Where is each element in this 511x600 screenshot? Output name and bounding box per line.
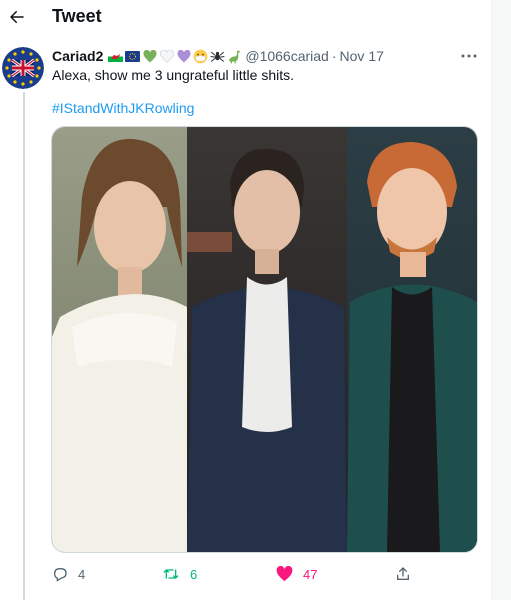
reply-button[interactable]: 4: [52, 563, 85, 585]
share-upload-icon: [397, 567, 409, 580]
tweet-date[interactable]: Nov 17: [340, 47, 384, 65]
welsh-flag-emoji-icon: [108, 49, 124, 64]
retweet-button[interactable]: 6: [162, 563, 197, 585]
spider-emoji-icon: [210, 49, 225, 64]
tweet-column: Tweet Cariad2 @1066cariad · Nov 17 Alexa…: [0, 0, 492, 600]
reply-bubble-icon: [54, 568, 67, 582]
back-button[interactable]: [6, 6, 28, 28]
arrow-left-icon: [10, 11, 24, 23]
separator-dot: ·: [331, 48, 337, 64]
retweet-icon: [163, 569, 179, 579]
eu-flag-emoji-icon: [125, 49, 141, 64]
dinosaur-emoji-icon: [227, 49, 242, 64]
tweet-text: Alexa, show me 3 ungrateful little shits…: [52, 67, 295, 83]
page-title: Tweet: [52, 6, 102, 26]
white-heart-emoji-icon: [159, 49, 174, 64]
like-button[interactable]: 47: [276, 563, 317, 585]
like-count: 47: [303, 566, 318, 582]
reply-count: 4: [78, 566, 86, 582]
more-options-button[interactable]: [458, 48, 480, 64]
user-handle[interactable]: @1066cariad: [245, 47, 329, 65]
display-name[interactable]: Cariad2: [52, 47, 103, 65]
tweet-header: Cariad2 @1066cariad · Nov 17: [52, 47, 384, 65]
heart-filled-icon: [276, 566, 293, 582]
tweet-actions-bar: 4 6 47: [52, 563, 422, 585]
purple-heart-emoji-icon: [176, 49, 191, 64]
thread-line: [23, 92, 25, 600]
retweet-count: 6: [190, 566, 198, 582]
green-heart-emoji-icon: [142, 49, 157, 64]
page-header: Tweet: [0, 0, 491, 34]
mask-face-emoji-icon: [193, 49, 208, 64]
avatar[interactable]: [2, 47, 44, 89]
more-horizontal-icon: [461, 54, 477, 58]
three-person-photo-collage: [52, 127, 477, 552]
share-button[interactable]: [395, 563, 411, 585]
tweet-photo[interactable]: [51, 126, 478, 553]
hashtag-link[interactable]: #IStandWithJKRowling: [52, 98, 194, 118]
eu-uk-flag-avatar-icon: [2, 47, 44, 89]
